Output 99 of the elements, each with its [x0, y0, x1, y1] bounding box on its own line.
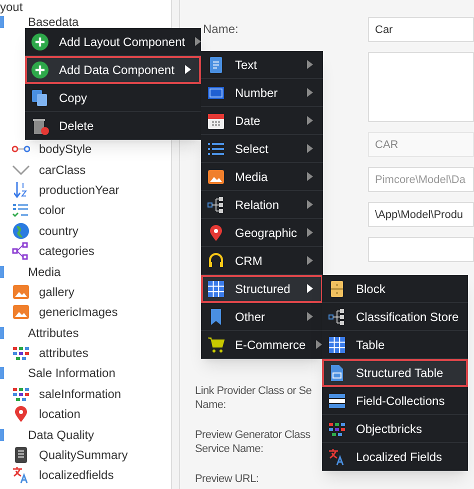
- menu-item[interactable]: Field-Collections: [322, 387, 468, 415]
- input-field[interactable]: [368, 237, 474, 262]
- folder-marker-icon: [0, 326, 4, 339]
- menu-item[interactable]: Structured Table: [322, 359, 468, 387]
- tree-item[interactable]: location: [39, 405, 80, 424]
- menu-item[interactable]: Add Layout Component: [25, 28, 201, 56]
- image-icon: [207, 168, 225, 186]
- hierarchy-icon: [207, 196, 225, 214]
- tree-item[interactable]: country: [39, 222, 78, 240]
- caret-icon: [185, 65, 191, 74]
- tree-item[interactable]: localizedfields: [39, 466, 114, 484]
- menu-item[interactable]: Number: [201, 79, 323, 107]
- menu-item[interactable]: E-Commerce: [201, 331, 323, 359]
- grid-icon: [328, 336, 346, 354]
- menu-item[interactable]: Text: [201, 51, 323, 79]
- tree-item[interactable]: carClass: [39, 160, 86, 179]
- field-label: Name:: [195, 398, 226, 412]
- folder-marker-icon: [0, 367, 4, 380]
- text-area[interactable]: [368, 52, 474, 122]
- tree-item[interactable]: QualitySummary: [39, 446, 128, 464]
- field-label: Preview URL:: [195, 472, 259, 486]
- globe-icon: [12, 222, 30, 240]
- document-icon: [207, 56, 225, 74]
- tree-item[interactable]: color: [39, 201, 66, 220]
- menu-item[interactable]: Delete: [25, 112, 201, 140]
- caret-icon: [307, 88, 313, 97]
- stack-icon: [328, 392, 346, 410]
- folder-marker-icon: [0, 16, 4, 28]
- trash-icon: [31, 116, 49, 134]
- translate-icon: [328, 448, 346, 466]
- tree-item[interactable]: gallery: [39, 282, 74, 301]
- caret-icon: [307, 284, 313, 293]
- caret-icon: [307, 200, 313, 209]
- chevron-down-icon: [12, 164, 30, 175]
- tree-item[interactable]: attributes: [39, 344, 88, 362]
- menu-item[interactable]: Date: [201, 107, 323, 135]
- folder-marker-icon: [0, 266, 4, 278]
- tree-item[interactable]: yout: [0, 0, 23, 16]
- menu-item[interactable]: Geographic: [201, 219, 323, 247]
- field-label: Name:: [203, 22, 238, 36]
- hierarchy-icon: [328, 308, 346, 326]
- menu-item[interactable]: Objectbricks: [322, 415, 468, 443]
- caret-icon: [307, 60, 313, 69]
- cart-icon: [207, 336, 225, 354]
- menu-item[interactable]: Structured: [201, 275, 323, 303]
- field-label: Service Name:: [195, 442, 264, 456]
- input-field[interactable]: \App\Model\Produ: [368, 202, 474, 227]
- menu-item[interactable]: Copy: [25, 84, 201, 112]
- caret-icon: [307, 312, 313, 321]
- field-label: Preview Generator Class: [195, 428, 310, 442]
- menu-item[interactable]: Relation: [201, 191, 323, 219]
- menu-item[interactable]: Classification Store: [322, 303, 468, 331]
- tree-item[interactable]: productionYear: [39, 180, 120, 199]
- menu-item[interactable]: Media: [201, 163, 323, 191]
- sort-numeric-icon: [14, 180, 28, 199]
- tree-item[interactable]: Data Quality: [28, 426, 94, 444]
- menu-item[interactable]: Block: [322, 275, 468, 303]
- caret-icon: [307, 116, 313, 125]
- caret-icon: [307, 172, 313, 181]
- table-document-icon: [328, 364, 346, 382]
- tree-item[interactable]: Basedata: [28, 13, 79, 31]
- calendar-icon: [207, 112, 225, 130]
- image-icon: [12, 282, 30, 301]
- tree-item[interactable]: Attributes: [28, 324, 79, 342]
- image-icon: [12, 303, 30, 322]
- menu-item[interactable]: Localized Fields: [322, 443, 468, 471]
- tree-item[interactable]: saleInformation: [39, 384, 122, 403]
- grid-icon: [207, 280, 225, 298]
- bricks-icon: [12, 344, 30, 362]
- map-pin-icon: [207, 224, 225, 242]
- folder-marker-icon: [0, 428, 4, 441]
- checklist-icon: [12, 201, 30, 220]
- caret-icon: [307, 228, 314, 237]
- menu-item[interactable]: Other: [201, 303, 323, 331]
- headset-icon: [207, 252, 225, 270]
- link-icon: [12, 144, 30, 154]
- tree-item[interactable]: genericImages: [39, 303, 118, 322]
- translate-icon: [12, 466, 30, 484]
- drawer-icon: [328, 280, 346, 298]
- tree-item[interactable]: bodyStyle: [39, 140, 92, 158]
- plus-icon: [31, 32, 49, 50]
- input-field[interactable]: Pimcore\Model\Da: [368, 167, 474, 192]
- plus-icon: [31, 60, 49, 78]
- caret-icon: [307, 144, 313, 153]
- caret-icon: [195, 37, 202, 46]
- tablet-icon: [12, 446, 30, 464]
- copy-icon: [31, 88, 49, 106]
- tree-item[interactable]: categories: [39, 242, 94, 260]
- connection-icon: [12, 242, 30, 260]
- tree-item[interactable]: Media: [28, 262, 61, 281]
- field-label: Link Provider Class or Se: [195, 384, 312, 398]
- map-pin-icon: [12, 405, 30, 424]
- tree-item[interactable]: Sale Information: [28, 364, 116, 382]
- input-field[interactable]: Car: [368, 17, 474, 42]
- menu-item[interactable]: Table: [322, 331, 468, 359]
- caret-icon: [307, 256, 313, 265]
- menu-item[interactable]: Add Data Component: [25, 56, 201, 84]
- menu-item[interactable]: Select: [201, 135, 323, 163]
- menu-item[interactable]: CRM: [201, 247, 323, 275]
